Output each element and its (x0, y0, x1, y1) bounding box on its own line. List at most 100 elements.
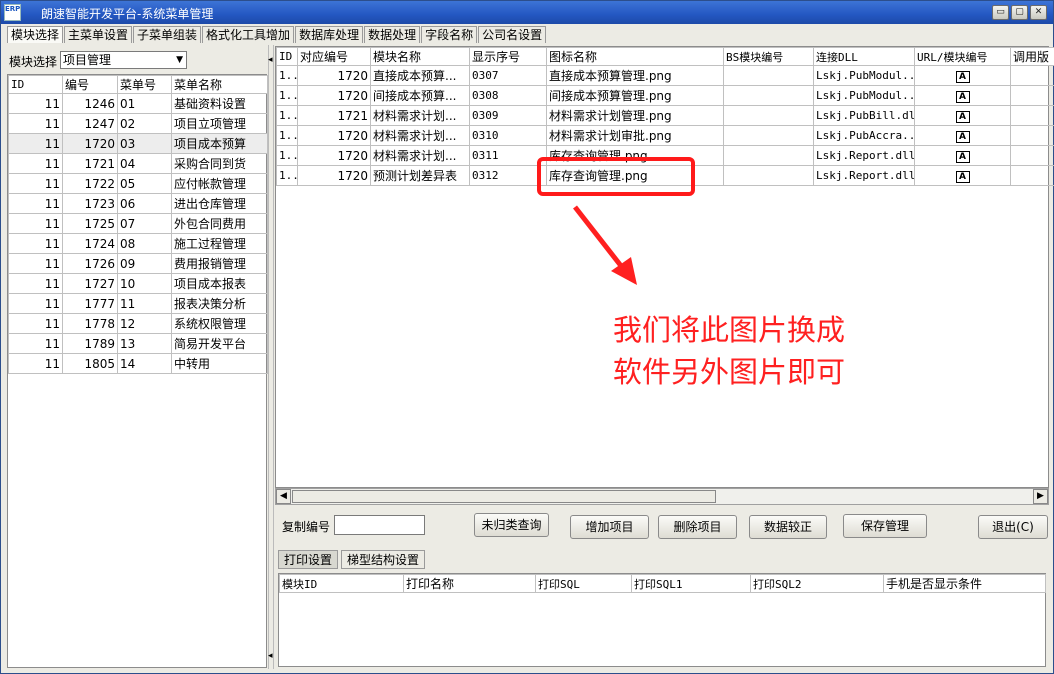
table-cell[interactable]: 05 (117, 173, 172, 194)
table-cell[interactable]: 预测计划差异表 (370, 165, 470, 186)
table-row[interactable]: 1.. 1720 直接成本预算... 0307 直接成本预算管理.png Lskj.Pub… (276, 65, 1054, 86)
module-select[interactable]: 项目管理 ▼ (60, 51, 187, 69)
table-cell[interactable]: 11 (8, 273, 63, 294)
tab-submenu[interactable]: 子菜单组装 (133, 26, 202, 43)
table-cell[interactable]: 1805 (62, 353, 118, 374)
table-cell[interactable] (1010, 65, 1054, 86)
table-cell[interactable] (723, 145, 814, 166)
table-cell[interactable]: 直接成本预算管理.png (546, 65, 724, 86)
col-header[interactable]: BS模块编号 (723, 47, 814, 66)
col-header[interactable]: 模块名称 (370, 47, 470, 66)
table-cell[interactable]: 11 (8, 333, 63, 354)
table-cell[interactable]: 1778 (62, 313, 118, 334)
table-cell[interactable]: 材料需求计划... (370, 145, 470, 166)
tab-data-process[interactable]: 数据处理 (364, 26, 421, 43)
maximize-button[interactable]: ▢ (1011, 5, 1028, 20)
table-cell[interactable] (1010, 165, 1054, 186)
text-icon[interactable]: A (955, 171, 970, 183)
table-cell[interactable] (723, 105, 814, 126)
col-header[interactable]: 显示序号 (469, 47, 547, 66)
table-cell[interactable]: 1246 (62, 93, 118, 114)
table-cell[interactable]: 系统权限管理 (171, 313, 268, 334)
table-row[interactable]: 11 1805 14 中转用 (8, 353, 268, 374)
table-cell[interactable]: Lskj.PubAccra... (813, 125, 915, 146)
table-row[interactable]: 11 1723 06 进出仓库管理 (8, 193, 268, 214)
table-cell[interactable]: 间接成本预算... (370, 85, 470, 106)
print-col-sql[interactable]: 打印SQL (535, 574, 632, 593)
table-cell[interactable]: 13 (117, 333, 172, 354)
table-row[interactable]: 11 1789 13 简易开发平台 (8, 333, 268, 354)
text-icon[interactable]: A (955, 111, 970, 123)
table-cell[interactable] (723, 125, 814, 146)
table-cell[interactable]: 1721 (62, 153, 118, 174)
table-cell[interactable]: 11 (117, 293, 172, 314)
table-cell[interactable]: 1.. (276, 125, 298, 146)
table-cell[interactable]: Lskj.PubModul... (813, 65, 915, 86)
text-icon[interactable]: A (955, 91, 970, 103)
table-cell[interactable] (723, 65, 814, 86)
table-cell[interactable]: 11 (8, 113, 63, 134)
table-cell[interactable]: 1247 (62, 113, 118, 134)
col-header-menu-no[interactable]: 菜单号 (117, 75, 172, 94)
table-cell[interactable]: 1720 (297, 165, 371, 186)
print-col-sql1[interactable]: 打印SQL1 (631, 574, 751, 593)
col-header-menu-name[interactable]: 菜单名称 (171, 75, 268, 94)
print-col-module-id[interactable]: 模块ID (279, 574, 404, 593)
table-row[interactable]: 11 1778 12 系统权限管理 (8, 313, 268, 334)
col-header[interactable]: ID (276, 47, 298, 66)
table-cell[interactable]: 11 (8, 153, 63, 174)
table-cell[interactable]: 1.. (276, 145, 298, 166)
tab-company-name[interactable]: 公司名设置 (478, 26, 547, 43)
table-cell[interactable] (723, 85, 814, 106)
table-cell[interactable]: 11 (8, 233, 63, 254)
table-row[interactable]: 1.. 1720 间接成本预算... 0308 间接成本预算管理.png Lskj.Pub… (276, 85, 1054, 106)
table-cell[interactable]: 0311 (469, 145, 547, 166)
table-cell[interactable]: 1720 (297, 65, 371, 86)
table-row[interactable]: 11 1720 03 项目成本预算 (8, 133, 268, 154)
table-cell[interactable]: A (914, 145, 1011, 166)
table-row[interactable]: 11 1246 01 基础资料设置 (8, 93, 268, 114)
col-header[interactable]: 对应编号 (297, 47, 371, 66)
table-cell[interactable]: 01 (117, 93, 172, 114)
table-cell[interactable]: 03 (117, 133, 172, 154)
table-row[interactable]: 11 1247 02 项目立项管理 (8, 113, 268, 134)
table-cell[interactable]: 间接成本预算管理.png (546, 85, 724, 106)
table-cell[interactable]: 10 (117, 273, 172, 294)
table-cell[interactable]: 1.. (276, 105, 298, 126)
print-col-mobile-condition[interactable]: 手机是否显示条件 (883, 574, 1046, 593)
table-cell[interactable]: 1722 (62, 173, 118, 194)
close-button[interactable]: ✕ (1030, 5, 1047, 20)
table-cell[interactable]: 1.. (276, 85, 298, 106)
table-cell[interactable]: 中转用 (171, 353, 268, 374)
table-cell[interactable]: 06 (117, 193, 172, 214)
table-cell[interactable]: Lskj.PubBill.dll (813, 105, 915, 126)
table-cell[interactable]: 0308 (469, 85, 547, 106)
table-cell[interactable]: 基础资料设置 (171, 93, 268, 114)
tab-field-names[interactable]: 字段名称 (421, 26, 478, 43)
table-cell[interactable]: 报表决策分析 (171, 293, 268, 314)
table-cell[interactable]: 07 (117, 213, 172, 234)
table-cell[interactable]: 1.. (276, 65, 298, 86)
table-cell[interactable]: 1777 (62, 293, 118, 314)
table-row[interactable]: 1.. 1720 材料需求计划... 0310 材料需求计划审批.png Lskj.Pub… (276, 125, 1054, 146)
print-col-sql2[interactable]: 打印SQL2 (750, 574, 884, 593)
col-header[interactable]: URL/模块编号 (914, 47, 1011, 66)
delete-item-button[interactable]: 删除项目 (658, 515, 737, 539)
table-cell[interactable]: 材料需求计划管理.png (546, 105, 724, 126)
table-cell[interactable]: 11 (8, 93, 63, 114)
horizontal-scrollbar[interactable]: ◀ ▶ (275, 488, 1049, 505)
table-cell[interactable]: 1720 (297, 145, 371, 166)
table-cell[interactable]: 采购合同到货 (171, 153, 268, 174)
table-cell[interactable]: 0310 (469, 125, 547, 146)
table-cell[interactable]: 费用报销管理 (171, 253, 268, 274)
table-cell[interactable]: 0312 (469, 165, 547, 186)
table-cell[interactable]: 11 (8, 133, 63, 154)
table-cell[interactable]: 材料需求计划... (370, 105, 470, 126)
table-cell[interactable]: 简易开发平台 (171, 333, 268, 354)
table-cell[interactable]: 项目成本报表 (171, 273, 268, 294)
table-cell[interactable]: 11 (8, 173, 63, 194)
table-row[interactable]: 11 1777 11 报表决策分析 (8, 293, 268, 314)
table-cell[interactable]: 1725 (62, 213, 118, 234)
table-cell[interactable]: 1720 (62, 133, 118, 154)
table-cell[interactable]: 直接成本预算... (370, 65, 470, 86)
